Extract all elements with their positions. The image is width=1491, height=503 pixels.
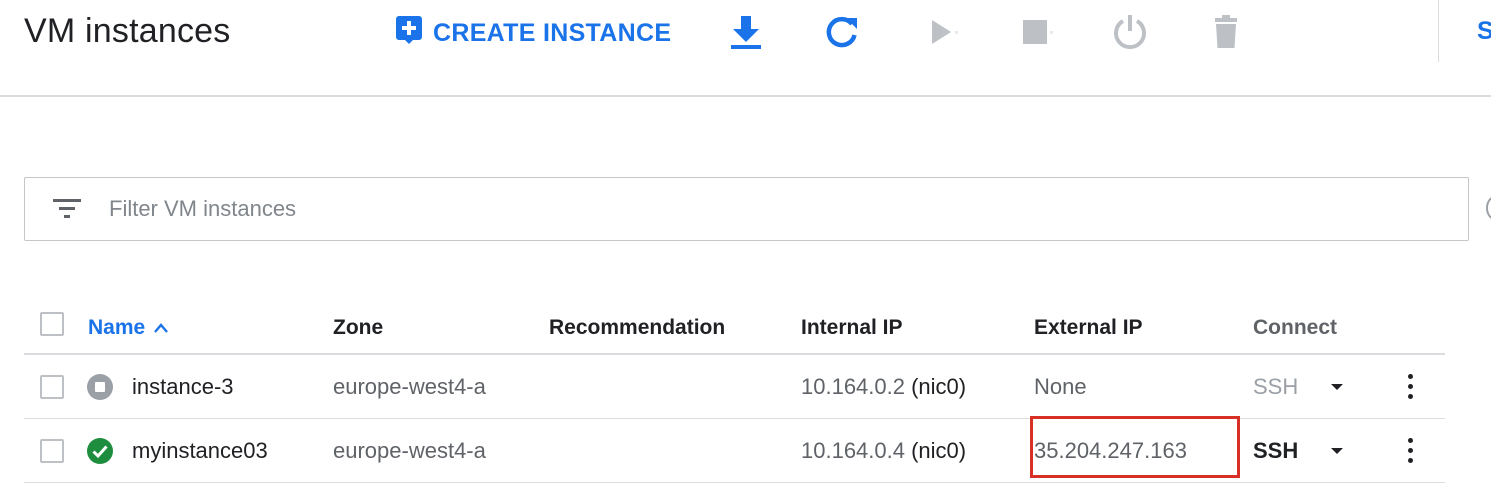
delete-icon [1204, 10, 1248, 54]
table-row[interactable]: instance-3 europe-west4-a 10.164.0.2 (ni… [24, 355, 1445, 419]
instance-external-ip: None [1034, 373, 1087, 399]
start-icon [918, 10, 962, 54]
column-header-zone[interactable]: Zone [333, 302, 383, 353]
page-title: VM instances [24, 12, 231, 50]
refresh-icon[interactable] [820, 10, 864, 54]
more-vert-icon [1398, 438, 1422, 463]
vm-instances-page: VM instances CREATE INSTANCE S Filter VM… [0, 0, 1491, 503]
row-checkbox[interactable] [40, 374, 64, 399]
ssh-options-dropdown[interactable] [1330, 419, 1344, 482]
filter-bar[interactable] [24, 177, 1469, 241]
column-header-internal-ip[interactable]: Internal IP [801, 302, 903, 353]
internal-ip-value: 10.164.0.4 [801, 437, 905, 463]
filter-input[interactable] [109, 178, 1409, 240]
add-box-icon [396, 15, 422, 52]
instance-zone: europe-west4-a [333, 373, 486, 399]
column-name-label: Name [88, 315, 146, 339]
row-checkbox-cell [40, 355, 64, 418]
internal-ip-value: 10.164.0.2 [801, 373, 905, 399]
table-header-row: Name Zone Recommendation Internal IP Ext… [24, 302, 1445, 355]
column-header-connect: Connect [1253, 315, 1337, 339]
header-rule [0, 95, 1491, 97]
select-all-checkbox[interactable] [40, 311, 64, 336]
table-row[interactable]: myinstance03 europe-west4-a 10.164.0.4 (… [24, 416, 1445, 483]
instance-internal-ip: 10.164.0.2 (nic0) [801, 355, 966, 418]
header-overflow-text[interactable]: S [1477, 17, 1491, 46]
instance-external-ip: 35.204.247.163 [1030, 416, 1240, 482]
caret-down-icon [1331, 447, 1343, 454]
header-divider [1438, 0, 1439, 62]
select-all-cell [40, 298, 64, 349]
running-status-icon [86, 419, 114, 482]
instance-name[interactable]: myinstance03 [132, 419, 268, 482]
download-icon[interactable] [724, 10, 768, 54]
create-instance-button[interactable]: CREATE INSTANCE [396, 14, 671, 52]
column-header-name[interactable]: Name [88, 302, 169, 353]
instance-name[interactable]: instance-3 [132, 355, 234, 418]
row-checkbox-cell [40, 419, 64, 482]
stop-icon [1013, 10, 1057, 54]
instance-internal-ip: 10.164.0.4 (nic0) [801, 419, 966, 482]
sort-ascending-icon [153, 322, 169, 334]
highlight-box [1030, 416, 1240, 478]
instances-table: Name Zone Recommendation Internal IP Ext… [24, 302, 1445, 483]
power-icon [1108, 10, 1152, 54]
more-actions-button[interactable] [1398, 419, 1422, 482]
nic-link[interactable]: (nic0) [911, 374, 966, 400]
column-header-external-ip[interactable]: External IP [1034, 302, 1143, 353]
nic-link[interactable]: (nic0) [911, 438, 966, 464]
more-actions-button[interactable] [1398, 355, 1422, 418]
row-checkbox[interactable] [40, 438, 64, 463]
instance-zone: europe-west4-a [333, 437, 486, 463]
filter-icon [53, 196, 81, 220]
ssh-button: SSH [1253, 373, 1299, 399]
more-vert-icon [1398, 374, 1422, 399]
ssh-options-dropdown[interactable] [1330, 355, 1344, 418]
help-icon[interactable] [1486, 196, 1491, 220]
stopped-status-icon [86, 355, 114, 418]
ssh-button[interactable]: SSH [1253, 419, 1298, 482]
caret-down-icon [1331, 383, 1343, 390]
create-instance-label: CREATE INSTANCE [433, 18, 672, 47]
column-header-recommendation[interactable]: Recommendation [549, 302, 725, 353]
